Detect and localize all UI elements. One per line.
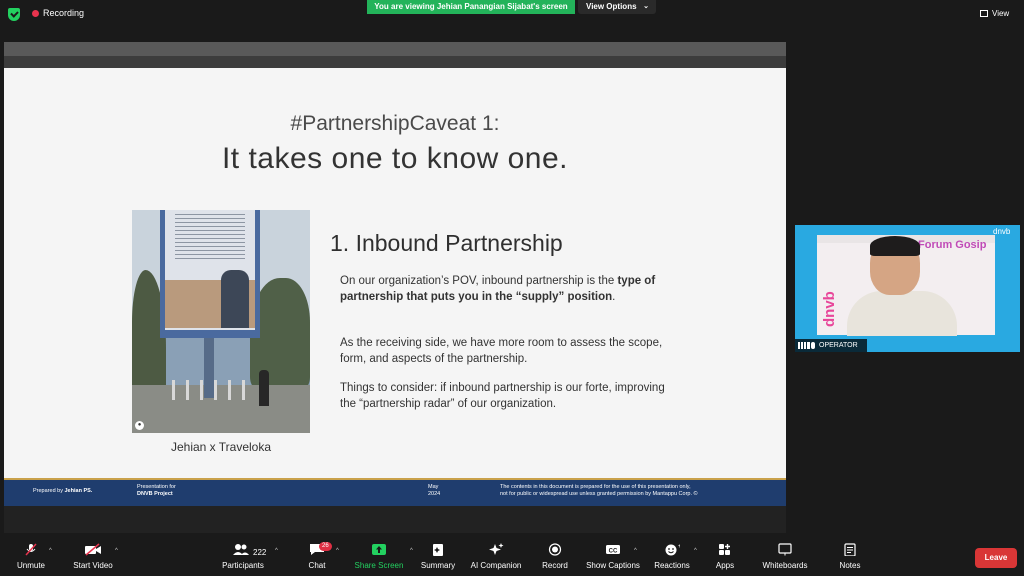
paragraph-2: As the receiving side, we have more room… [340,337,663,365]
record-icon [548,543,562,556]
apps-icon [719,544,730,555]
leave-button[interactable]: Leave [975,548,1017,568]
chevron-up-icon[interactable]: ^ [634,548,637,554]
grid-view-icon [980,10,988,17]
record-button[interactable]: Record [538,543,572,575]
notes-icon [844,543,856,556]
participants-icon [233,544,249,555]
overlay-title: Forum Gosip [918,239,987,251]
shared-screen-bar [4,42,786,56]
shared-screen-bar-lower [4,56,786,68]
chat-button[interactable]: 26 Chat [303,542,332,575]
ai-sparkle-icon [489,543,504,555]
signal-icon [798,342,810,349]
participant-video-tile[interactable]: dnvb dnvb Forum Gosip OPERATOR [795,225,1020,352]
meeting-toolbar: Unmute ^ Start Video ^ 222 Participants … [0,540,1024,576]
slide-footer: Prepared by Jehian PS. Presentation for D… [4,478,786,506]
whiteboard-icon [778,543,792,556]
captions-icon: CC [606,545,620,555]
view-label: View [992,9,1010,18]
presentation-slide: #PartnershipCaveat 1: It takes one to kn… [4,68,786,506]
prepared-by: Prepared by Jehian PS. [33,488,93,494]
svg-text:+: + [678,544,680,550]
share-screen-icon [372,544,386,555]
participants-button[interactable]: 222 Participants [220,543,266,575]
shared-screen: #PartnershipCaveat 1: It takes one to kn… [4,42,786,533]
view-options-button[interactable]: View Options ⌄ [578,0,656,14]
ai-companion-button[interactable]: AI Companion [468,543,524,575]
svg-text:CC: CC [609,549,618,555]
paragraph-1: On our organization’s POV, inbound partn… [340,275,656,303]
video-off-icon [85,543,101,556]
chevron-up-icon[interactable]: ^ [275,548,278,554]
recording-dot-icon [32,10,39,17]
recording-label: Recording [43,8,85,18]
viewing-banner: You are viewing Jehian Panangian Sijabat… [367,0,575,14]
muted-mic-icon [25,543,37,556]
slide-date: May 2024 [428,484,441,497]
start-video-button[interactable]: Start Video [70,543,116,575]
disclaimer: The contents in this document is prepare… [500,484,698,497]
chevron-up-icon[interactable]: ^ [410,548,413,554]
mic-icon [811,342,815,349]
top-bar: Recording You are viewing Jehian Panangi… [0,0,1024,28]
view-button[interactable]: View [980,6,1020,21]
chevron-down-icon: ⌄ [643,3,649,10]
brand-label: dnvb [993,227,1011,236]
unmute-button[interactable]: Unmute [14,543,48,575]
slide-subtitle: #PartnershipCaveat 1: [290,112,500,135]
chevron-up-icon[interactable]: ^ [115,548,118,554]
slide-bottom-bar [4,506,786,533]
billboard-photo: ● [132,210,310,433]
summary-icon [433,544,443,556]
photo-caption: Jehian x Traveloka [170,440,272,454]
slide-title: It takes one to know one. [221,142,569,175]
reactions-button[interactable]: + Reactions [652,543,692,575]
notes-button[interactable]: Notes [834,543,866,575]
apps-button[interactable]: Apps [710,543,740,575]
chevron-up-icon[interactable]: ^ [336,548,339,554]
summary-button[interactable]: Summary [418,543,458,575]
chat-badge: 26 [319,542,332,551]
presentation-for: Presentation for DNVB Project [137,484,176,497]
chevron-up-icon[interactable]: ^ [694,548,697,554]
security-shield-icon[interactable] [8,8,20,21]
section-heading: 1. Inbound Partnership [330,230,563,256]
view-options-label: View Options [586,2,637,11]
whiteboards-button[interactable]: Whiteboards [758,543,812,575]
camera-icon: ● [135,421,144,430]
chevron-up-icon[interactable]: ^ [49,548,52,554]
show-captions-button[interactable]: CC Show Captions [585,543,641,575]
share-screen-button[interactable]: Share Screen [353,543,405,575]
participant-name: OPERATOR [819,342,858,349]
reactions-icon: + [665,544,680,556]
side-brand: dnvb [821,291,838,327]
paragraph-3: Things to consider: if inbound partnersh… [340,382,665,410]
participant-nameplate: OPERATOR [795,339,867,352]
